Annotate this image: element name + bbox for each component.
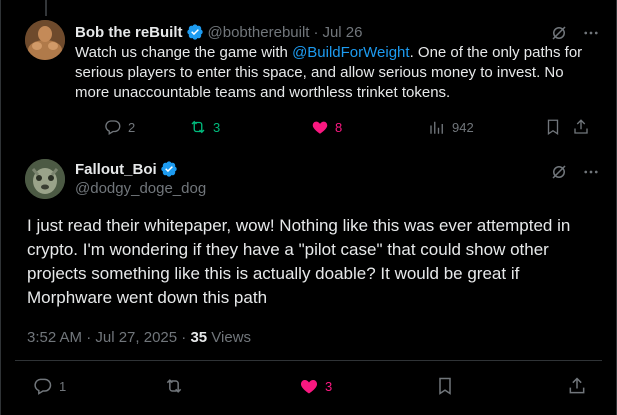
- more-options-icon[interactable]: [582, 163, 600, 181]
- like-count: 8: [335, 119, 343, 135]
- repost-count: 3: [213, 119, 221, 135]
- share-icon: [574, 119, 588, 134]
- author-name[interactable]: Fallout_Boi: [75, 161, 157, 178]
- reply-button[interactable]: 2: [104, 118, 135, 136]
- tweet-corner-actions: [550, 163, 600, 181]
- author-name[interactable]: Bob the reBuilt: [75, 24, 183, 41]
- reply-text: Watch us change the game with @BuildForW…: [75, 43, 600, 103]
- heart-icon: [300, 380, 318, 394]
- divider: [15, 360, 602, 361]
- repost-icon: [191, 120, 205, 134]
- reply-count: 2: [128, 119, 136, 135]
- more-options-icon[interactable]: [582, 24, 600, 42]
- reply-corner-actions: [550, 24, 600, 42]
- bookmark-button[interactable]: [435, 376, 455, 396]
- share-icon: [569, 377, 585, 394]
- view-count: 942: [452, 119, 474, 135]
- reply-icon: [34, 378, 52, 395]
- repost-button[interactable]: 3: [189, 118, 220, 136]
- parent-reply[interactable]: Bob the reBuilt @bobtherebuilt · Jul 26 …: [0, 0, 617, 147]
- repost-button[interactable]: [164, 376, 184, 396]
- separator-dot: ·: [313, 23, 319, 41]
- tweet-text: I just read their whitepaper, wow! Nothi…: [27, 216, 571, 307]
- post-date[interactable]: Jul 26: [322, 24, 362, 41]
- tweet-timestamp: 3:52 AM · Jul 27, 2025 · 35 Views: [27, 329, 251, 346]
- avatar[interactable]: [25, 20, 65, 60]
- like-button[interactable]: 3: [299, 376, 332, 396]
- grok-icon[interactable]: [550, 24, 568, 42]
- author-handle[interactable]: @dodgy_doge_dog: [75, 180, 206, 197]
- avatar[interactable]: [25, 159, 65, 199]
- bookmark-icon: [439, 377, 451, 395]
- views-label: Views: [207, 329, 252, 346]
- thread-connector-line: [45, 0, 47, 16]
- post-time[interactable]: 3:52 AM · Jul 27, 2025 ·: [27, 329, 190, 346]
- bookmark-icon: [547, 119, 559, 136]
- reply-text-part: Watch us change the game with: [75, 44, 293, 61]
- heart-icon: [312, 121, 328, 134]
- like-count: 3: [325, 378, 333, 394]
- tweet-action-bar: 1 3: [0, 376, 617, 400]
- grok-icon[interactable]: [550, 163, 568, 181]
- analytics-icon: [430, 121, 443, 134]
- reply-action-bar: 2 3 8 942: [75, 118, 595, 138]
- share-button[interactable]: [567, 376, 587, 396]
- author-block: Fallout_Boi @dodgy_doge_dog: [75, 160, 206, 198]
- author-handle[interactable]: @bobtherebuilt: [208, 24, 310, 41]
- reply-count: 1: [59, 378, 67, 394]
- mention-link[interactable]: @BuildForWeight: [292, 44, 410, 61]
- reply-button[interactable]: 1: [33, 376, 66, 396]
- like-button[interactable]: 8: [311, 118, 342, 136]
- view-count: 35: [190, 329, 208, 346]
- bookmark-button[interactable]: [544, 118, 562, 136]
- author-name-row: Fallout_Boi: [75, 160, 206, 178]
- views-button[interactable]: 942: [428, 118, 474, 136]
- reply-icon: [105, 120, 121, 135]
- repost-icon: [166, 379, 182, 393]
- verified-badge-icon: [160, 160, 178, 178]
- verified-badge-icon: [186, 23, 204, 41]
- reply-header: Bob the reBuilt @bobtherebuilt · Jul 26: [75, 23, 363, 41]
- share-button[interactable]: [572, 118, 590, 136]
